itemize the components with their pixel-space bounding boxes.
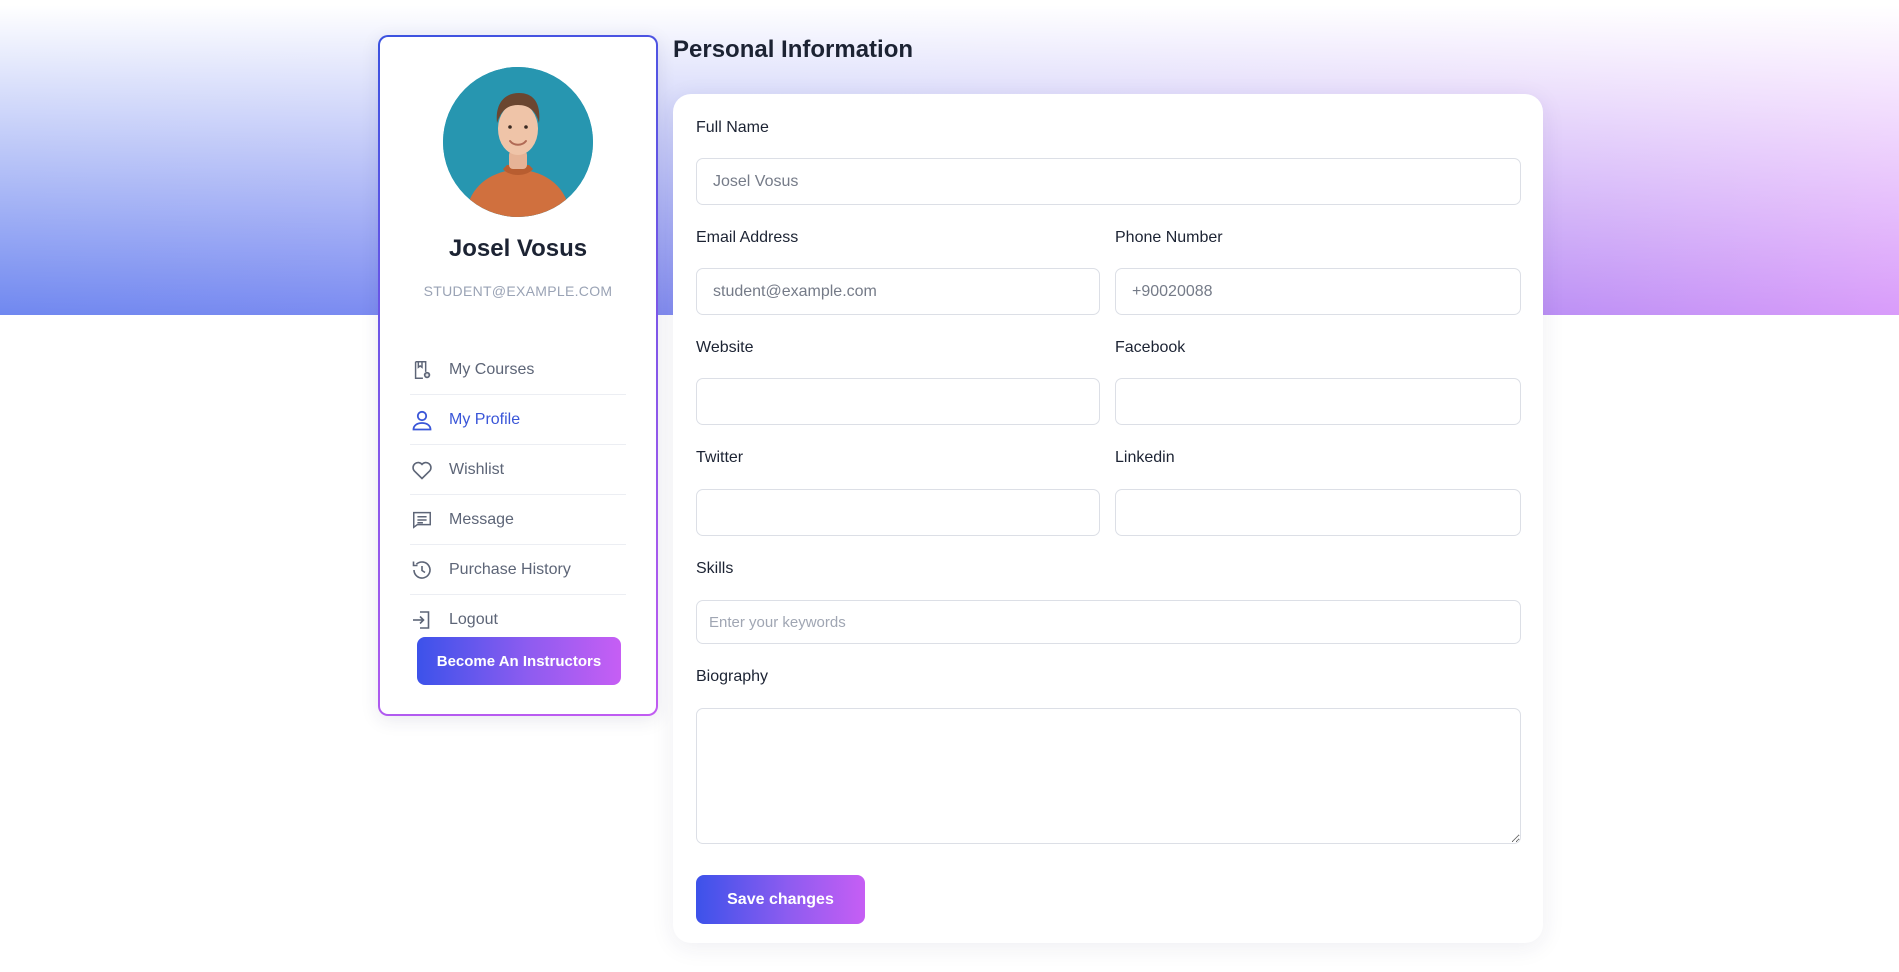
sidebar-item-label: Wishlist (449, 460, 505, 478)
website-input[interactable] (696, 378, 1100, 425)
sidebar-item-label: My Courses (449, 360, 535, 378)
biography-textarea[interactable] (696, 708, 1521, 844)
sidebar-item-my-courses[interactable]: My Courses (410, 345, 626, 395)
user-name: Josel Vosus (448, 235, 588, 262)
history-icon (410, 558, 434, 582)
profile-sidebar: Josel Vosus STUDENT@EXAMPLE.COM My Cours… (378, 35, 658, 716)
skills-input[interactable] (696, 600, 1521, 644)
sidebar-item-label: Message (449, 510, 514, 528)
skills-label: Skills (696, 560, 734, 577)
message-icon (410, 508, 434, 532)
biography-label: Biography (696, 668, 769, 685)
become-instructor-button[interactable]: Become An Instructors (417, 637, 621, 685)
save-changes-button[interactable]: Save changes (696, 875, 865, 924)
linkedin-label: Linkedin (1115, 449, 1175, 466)
twitter-input[interactable] (696, 489, 1100, 536)
logout-icon (410, 608, 434, 632)
avatar (443, 67, 593, 217)
email-label: Email Address (696, 229, 799, 246)
avatar-image (443, 67, 593, 217)
page-title: Personal Information (673, 36, 914, 63)
twitter-label: Twitter (696, 449, 744, 466)
full-name-label: Full Name (696, 119, 769, 136)
sidebar-item-wishlist[interactable]: Wishlist (410, 445, 626, 495)
sidebar-menu: My Courses My Profile Wishlist Message P… (410, 345, 626, 645)
phone-input[interactable] (1115, 268, 1521, 315)
heart-icon (410, 458, 434, 482)
phone-label: Phone Number (1115, 229, 1223, 246)
website-label: Website (696, 339, 754, 356)
book-bookmark-icon (410, 358, 434, 382)
email-input[interactable] (696, 268, 1100, 315)
sidebar-item-message[interactable]: Message (410, 495, 626, 545)
facebook-label: Facebook (1115, 339, 1186, 356)
full-name-input[interactable] (696, 158, 1521, 205)
sidebar-item-label: Logout (449, 611, 498, 628)
sidebar-item-label: My Profile (449, 410, 521, 428)
user-icon (410, 408, 434, 432)
facebook-input[interactable] (1115, 378, 1521, 425)
sidebar-item-label: Purchase History (449, 560, 571, 578)
linkedin-input[interactable] (1115, 489, 1521, 536)
user-email: STUDENT@EXAMPLE.COM (423, 283, 613, 299)
sidebar-item-my-profile[interactable]: My Profile (410, 395, 626, 445)
personal-info-form: Full Name Email Address Phone Number Web… (673, 94, 1543, 943)
sidebar-item-purchase-history[interactable]: Purchase History (410, 545, 626, 595)
